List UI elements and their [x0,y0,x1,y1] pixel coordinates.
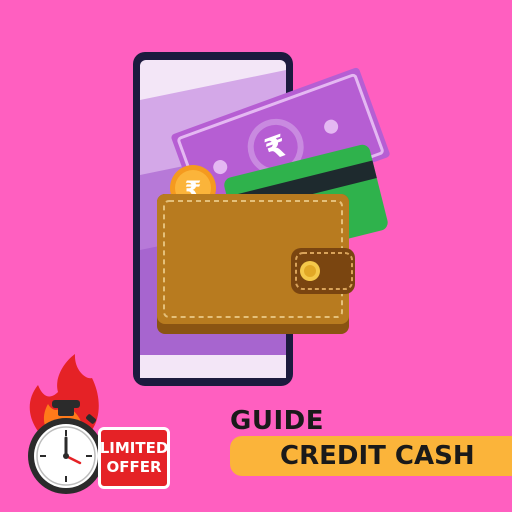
badge-line-limited: LIMITED [99,439,169,457]
wallet-icon [157,194,355,334]
limited-offer-badge: LIMITED OFFER [98,427,170,489]
guide-title: GUIDE [230,406,324,436]
credit-cash-label: CREDIT CASH [280,441,475,471]
badge-line-offer: OFFER [106,458,162,476]
credit-cash-banner: CREDIT CASH [230,436,512,476]
